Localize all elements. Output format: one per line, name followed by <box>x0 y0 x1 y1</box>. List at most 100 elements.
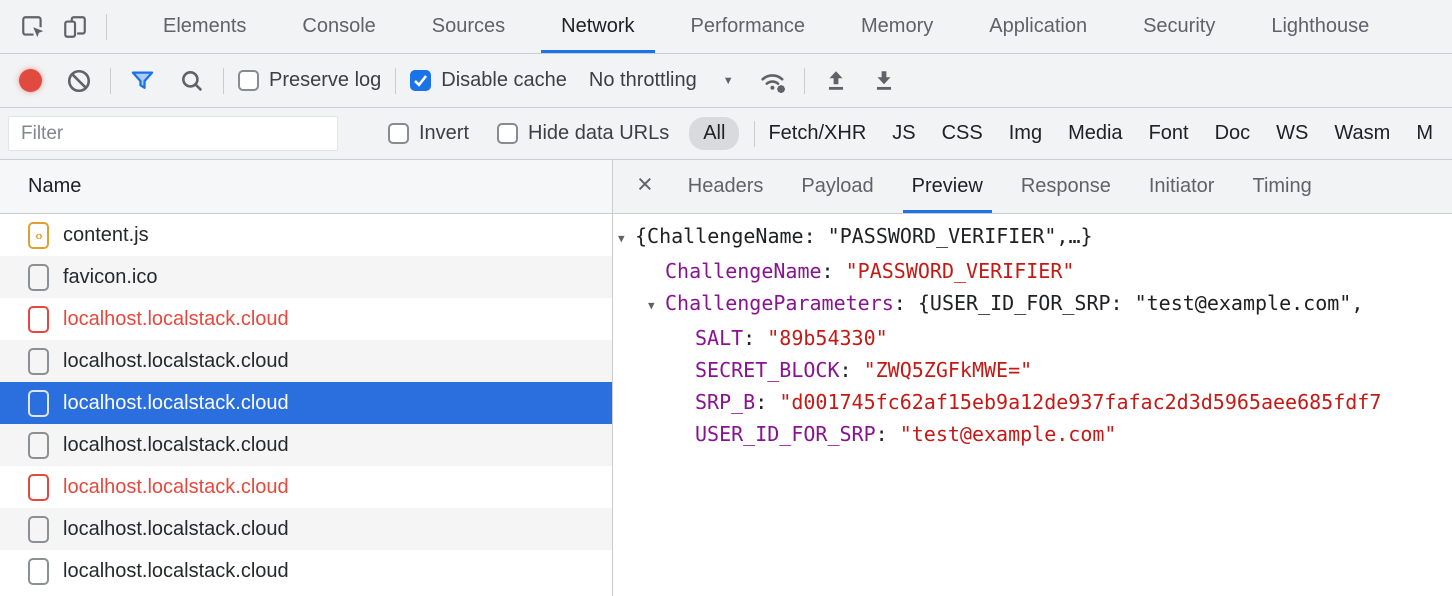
name-column-header[interactable]: Name <box>0 160 612 214</box>
disable-cache-checkbox[interactable]: Disable cache <box>410 69 567 92</box>
table-row[interactable]: ‹›content.js <box>0 214 612 256</box>
filter-chip-m[interactable]: M <box>1416 122 1433 145</box>
json-key: SRP_B <box>695 390 755 414</box>
filter-chip-css[interactable]: CSS <box>942 122 983 145</box>
filter-input[interactable] <box>8 116 338 151</box>
checkbox[interactable] <box>238 70 259 91</box>
disable-cache-label: Disable cache <box>441 69 567 92</box>
json-tree-line: ▼ChallengeParameters: {USER_ID_FOR_SRP: … <box>613 287 1452 322</box>
chevron-down-icon: ▼ <box>723 75 734 87</box>
tab-elements[interactable]: Elements <box>135 0 274 53</box>
network-conditions-icon[interactable] <box>756 64 790 98</box>
request-name: localhost.localstack.cloud <box>63 476 289 499</box>
json-plain: : <box>755 390 779 414</box>
filter-chip-js[interactable]: JS <box>892 122 915 145</box>
preserve-log-checkbox[interactable]: Preserve log <box>238 69 381 92</box>
tab-console[interactable]: Console <box>274 0 403 53</box>
document-file-icon <box>28 390 49 417</box>
hide-data-urls-label: Hide data URLs <box>528 122 669 145</box>
checkbox[interactable] <box>497 123 518 144</box>
json-key: ChallengeParameters <box>665 291 894 315</box>
checkbox[interactable] <box>410 70 431 91</box>
filter-chip-ws[interactable]: WS <box>1276 122 1308 145</box>
request-name: localhost.localstack.cloud <box>63 434 289 457</box>
import-har-icon[interactable] <box>819 64 853 98</box>
tab-payload[interactable]: Payload <box>786 160 888 213</box>
table-row[interactable]: localhost.localstack.cloud <box>0 466 612 508</box>
search-icon[interactable] <box>175 64 209 98</box>
document-file-icon <box>28 558 49 585</box>
record-button[interactable] <box>19 69 42 92</box>
filter-chip-media[interactable]: Media <box>1068 122 1122 145</box>
network-panel-split: Name ‹›content.jsfavicon.icolocalhost.lo… <box>0 160 1452 596</box>
toolbar-divider <box>395 68 396 94</box>
table-row[interactable]: favicon.ico <box>0 256 612 298</box>
json-plain: : <box>822 259 846 283</box>
json-string: "ZWQ5ZGFkMWE=" <box>864 358 1033 382</box>
json-tree-line: USER_ID_FOR_SRP: "test@example.com" <box>613 418 1452 450</box>
request-name: localhost.localstack.cloud <box>63 392 289 415</box>
throttling-select[interactable]: No throttling ▼ <box>589 69 734 92</box>
json-plain: : <box>743 326 767 350</box>
filter-chip-img[interactable]: Img <box>1009 122 1042 145</box>
table-row[interactable]: localhost.localstack.cloud <box>0 550 612 592</box>
document-file-icon <box>28 432 49 459</box>
expander-triangle-icon[interactable]: ▼ <box>618 223 635 255</box>
invert-checkbox[interactable]: Invert <box>388 122 469 145</box>
main-tabbar-tabs: ElementsConsoleSourcesNetworkPerformance… <box>135 0 1397 53</box>
checkbox[interactable] <box>388 123 409 144</box>
table-row[interactable]: localhost.localstack.cloud <box>0 298 612 340</box>
throttling-value: No throttling <box>589 69 697 92</box>
filter-chip-all[interactable]: All <box>689 117 739 150</box>
document-file-icon <box>28 474 49 501</box>
toolbar-divider <box>223 68 224 94</box>
preserve-log-label: Preserve log <box>269 69 381 92</box>
table-row[interactable]: localhost.localstack.cloud <box>0 508 612 550</box>
table-row[interactable]: localhost.localstack.cloud <box>0 424 612 466</box>
tab-security[interactable]: Security <box>1115 0 1243 53</box>
preview-json-tree: ▼{ChallengeName: "PASSWORD_VERIFIER",…} C… <box>613 214 1452 596</box>
document-file-icon <box>28 306 49 333</box>
json-plain: : {USER_ID_FOR_SRP: "test@example.com", <box>894 291 1364 315</box>
filter-chip-wasm[interactable]: Wasm <box>1334 122 1390 145</box>
json-tree-line: ▼{ChallengeName: "PASSWORD_VERIFIER",…} <box>613 220 1452 255</box>
json-tree-line: SRP_B: "d001745fc62af15eb9a12de937fafac2… <box>613 386 1452 418</box>
tab-timing[interactable]: Timing <box>1237 160 1326 213</box>
close-icon[interactable]: × <box>625 171 665 202</box>
filter-funnel-icon[interactable] <box>125 64 159 98</box>
filter-chip-fetch-xhr[interactable]: Fetch/XHR <box>768 122 866 145</box>
tab-lighthouse[interactable]: Lighthouse <box>1243 0 1397 53</box>
tab-response[interactable]: Response <box>1006 160 1126 213</box>
table-row[interactable]: localhost.localstack.cloud <box>0 382 612 424</box>
request-detail-pane: × HeadersPayloadPreviewResponseInitiator… <box>613 160 1452 596</box>
toolbar-divider <box>804 68 805 94</box>
json-plain: : <box>876 422 900 446</box>
tab-initiator[interactable]: Initiator <box>1134 160 1230 213</box>
document-file-icon <box>28 516 49 543</box>
request-name: localhost.localstack.cloud <box>63 518 289 541</box>
tab-headers[interactable]: Headers <box>673 160 779 213</box>
export-har-icon[interactable] <box>867 64 901 98</box>
tab-sources[interactable]: Sources <box>404 0 533 53</box>
toolbar-divider <box>110 68 111 94</box>
filter-chip-doc[interactable]: Doc <box>1215 122 1251 145</box>
clear-icon[interactable] <box>62 64 96 98</box>
json-string: "d001745fc62af15eb9a12de937fafac2d3d5965… <box>779 390 1381 414</box>
tab-application[interactable]: Application <box>961 0 1115 53</box>
tab-performance[interactable]: Performance <box>663 0 834 53</box>
expander-triangle-icon[interactable]: ▼ <box>648 290 665 322</box>
network-toolbar: Preserve log Disable cache No throttling… <box>0 54 1452 108</box>
table-row[interactable]: localhost.localstack.cloud <box>0 340 612 382</box>
request-name: content.js <box>63 224 149 247</box>
inspect-icon[interactable] <box>16 10 50 44</box>
tab-memory[interactable]: Memory <box>833 0 961 53</box>
tab-network[interactable]: Network <box>533 0 662 53</box>
device-toolbar-icon[interactable] <box>58 10 92 44</box>
main-tabbar: ElementsConsoleSourcesNetworkPerformance… <box>0 0 1452 54</box>
filter-chip-font[interactable]: Font <box>1149 122 1189 145</box>
chips-divider <box>754 121 755 147</box>
request-rows: ‹›content.jsfavicon.icolocalhost.localst… <box>0 214 612 596</box>
network-request-table: Name ‹›content.jsfavicon.icolocalhost.lo… <box>0 160 613 596</box>
tab-preview[interactable]: Preview <box>897 160 998 213</box>
hide-data-urls-checkbox[interactable]: Hide data URLs <box>497 122 669 145</box>
